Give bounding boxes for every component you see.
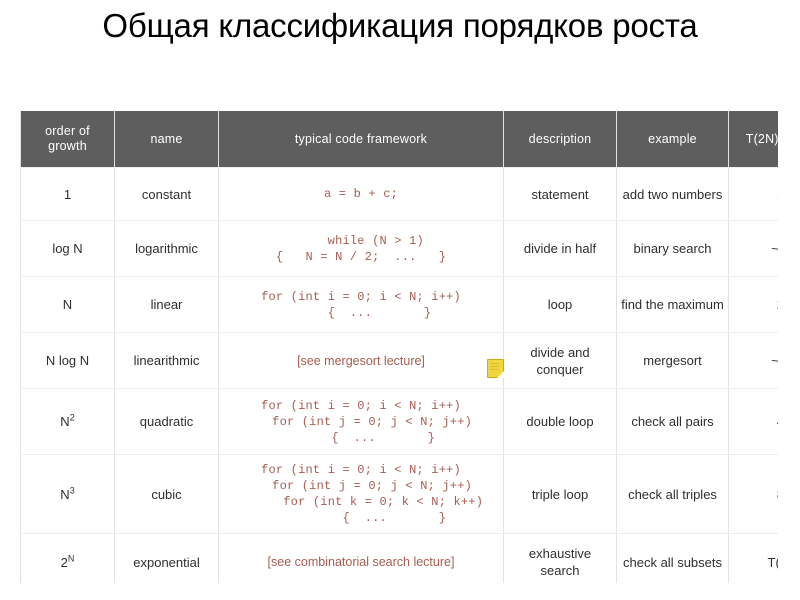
cell-code: while (N > 1) { N = N / 2; ... } bbox=[218, 220, 504, 277]
cell-order-of-growth: 2N bbox=[20, 533, 115, 583]
table-row: N2 quadratic for (int i = 0; i < N; i++)… bbox=[20, 388, 778, 455]
table-row: log N logarithmic while (N > 1) { N = N … bbox=[20, 220, 778, 277]
cell-ratio: 8 bbox=[728, 454, 778, 534]
column-header-ratio: T(2N) / T(N) bbox=[728, 111, 778, 168]
cell-name: logarithmic bbox=[114, 220, 219, 277]
cell-name: cubic bbox=[114, 454, 219, 534]
order-base: 2 bbox=[60, 554, 68, 570]
order-exponent: N bbox=[67, 553, 75, 564]
cell-code: for (int i = 0; i < N; i++) for (int j =… bbox=[218, 388, 504, 455]
column-header-typical-code-framework: typical code framework bbox=[218, 111, 504, 168]
cell-name: constant bbox=[114, 167, 219, 221]
order-exponent: 3 bbox=[69, 485, 75, 496]
table-header: order of growth name typical code framew… bbox=[20, 111, 778, 168]
cell-description: triple loop bbox=[503, 454, 617, 534]
orders-of-growth-table-container: order of growth name typical code framew… bbox=[20, 111, 778, 583]
column-header-description: description bbox=[503, 111, 617, 168]
cell-example: check all subsets bbox=[616, 533, 729, 583]
cell-example: binary search bbox=[616, 220, 729, 277]
orders-of-growth-table: order of growth name typical code framew… bbox=[20, 111, 778, 583]
table-row: 2N exponential [see combinatorial search… bbox=[20, 533, 778, 583]
table-body: 1 constant a = b + c; statement add two … bbox=[20, 167, 778, 583]
order-base: log N bbox=[52, 241, 83, 256]
cell-code: [see combinatorial search lecture] bbox=[218, 533, 504, 583]
order-base: N bbox=[60, 414, 70, 429]
slide: Общая классификация порядков роста order… bbox=[0, 0, 800, 600]
column-header-order-of-growth: order of growth bbox=[20, 111, 115, 168]
cell-example: mergesort bbox=[616, 332, 729, 389]
table-row: 1 constant a = b + c; statement add two … bbox=[20, 167, 778, 221]
cell-order-of-growth: N bbox=[20, 276, 115, 333]
description-text: double loop bbox=[526, 414, 594, 429]
description-text: divide and conquer bbox=[530, 344, 590, 377]
cell-ratio: 2 bbox=[728, 276, 778, 333]
description-text: triple loop bbox=[531, 486, 589, 502]
column-header-example: example bbox=[616, 111, 729, 168]
sticky-note-icon bbox=[487, 358, 504, 378]
order-base: N bbox=[60, 486, 70, 502]
description-text: exhaustive search bbox=[528, 546, 592, 578]
description-text: divide in half bbox=[523, 241, 597, 256]
description-text: statement bbox=[531, 186, 589, 202]
cell-description: divide in half bbox=[503, 220, 617, 277]
page-title: Общая классификация порядков роста bbox=[102, 7, 698, 44]
table-row: N linear for (int i = 0; i < N; i++) { .… bbox=[20, 276, 778, 333]
cell-description: exhaustive search bbox=[503, 533, 617, 583]
cell-description: double loop bbox=[503, 388, 617, 455]
cell-description: divide and conquer bbox=[487, 332, 617, 389]
order-base: N bbox=[62, 297, 73, 312]
cell-code: for (int i = 0; i < N; i++) for (int j =… bbox=[218, 454, 504, 534]
cell-ratio: 4 bbox=[728, 388, 778, 455]
table-header-row: order of growth name typical code framew… bbox=[20, 111, 778, 168]
cell-description: statement bbox=[503, 167, 617, 221]
cell-example: check all pairs bbox=[616, 388, 729, 455]
cell-ratio: T(N) bbox=[728, 533, 778, 583]
cell-code: a = b + c; bbox=[218, 167, 504, 221]
cell-ratio: ~ 1 bbox=[728, 220, 778, 277]
cell-order-of-growth: N2 bbox=[20, 388, 115, 455]
cell-ratio: ~ 2 bbox=[728, 332, 778, 389]
order-exponent: 2 bbox=[69, 412, 75, 423]
cell-name: linear bbox=[114, 276, 219, 333]
cell-ratio: 1 bbox=[728, 167, 778, 221]
order-base: 1 bbox=[63, 186, 72, 202]
cell-order-of-growth: N log N bbox=[20, 332, 115, 389]
column-header-name: name bbox=[114, 111, 219, 168]
cell-name: linearithmic bbox=[114, 332, 219, 389]
cell-code: [see mergesort lecture] bbox=[218, 332, 504, 389]
cell-name: exponential bbox=[114, 533, 219, 583]
cell-example: add two numbers bbox=[616, 167, 729, 221]
description-text: loop bbox=[547, 297, 573, 312]
cell-code: for (int i = 0; i < N; i++) { ... } bbox=[218, 276, 504, 333]
cell-order-of-growth: 1 bbox=[20, 167, 115, 221]
cell-example: find the maximum bbox=[616, 276, 729, 333]
cell-order-of-growth: log N bbox=[20, 220, 115, 277]
table-row: N3 cubic for (int i = 0; i < N; i++) for… bbox=[20, 454, 778, 534]
cell-name: quadratic bbox=[114, 388, 219, 455]
cell-description: loop bbox=[503, 276, 617, 333]
cell-example: check all triples bbox=[616, 454, 729, 534]
description-text-with-note: divide and conquer bbox=[487, 344, 612, 378]
table-row: N log N linearithmic [see mergesort lect… bbox=[20, 332, 778, 389]
cell-order-of-growth: N3 bbox=[20, 454, 115, 534]
order-base: N log N bbox=[45, 353, 90, 368]
